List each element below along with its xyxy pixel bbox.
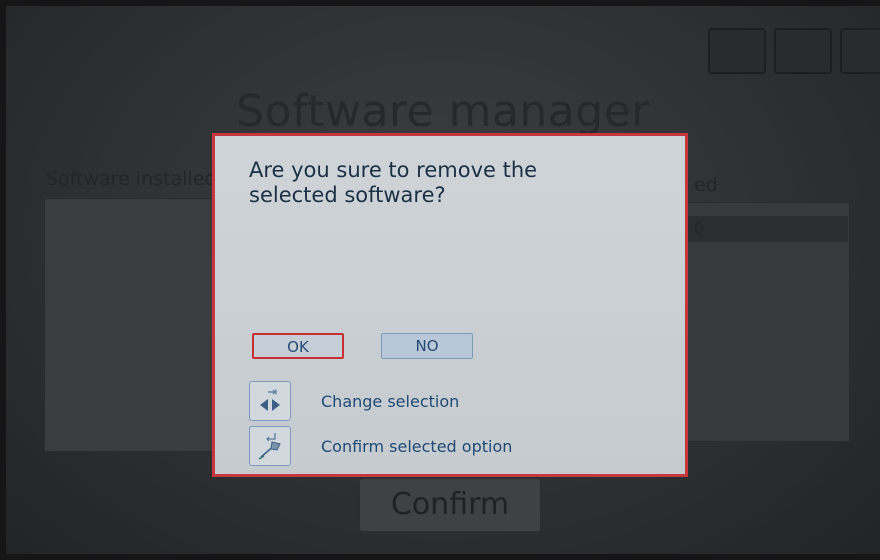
page-title: Software manager <box>236 86 650 137</box>
toolbar-button-1[interactable] <box>708 28 766 74</box>
confirm-button[interactable]: Confirm <box>359 478 541 532</box>
installed-software-list[interactable] <box>44 198 226 452</box>
hint-change-selection: Change selection <box>249 381 459 421</box>
right-panel-label: ed <box>694 174 718 196</box>
top-toolbar <box>708 28 880 74</box>
confirm-remove-dialog: Are you sure to remove the selected soft… <box>212 133 688 477</box>
enter-pen-icon <box>249 426 291 466</box>
installed-software-label: Software installed <box>46 168 217 190</box>
dialog-message: Are you sure to remove the selected soft… <box>249 158 538 207</box>
hint-label-confirm-option: Confirm selected option <box>321 436 513 456</box>
no-button[interactable]: NO <box>381 333 473 359</box>
toolbar-button-2[interactable] <box>774 28 832 74</box>
right-list-row[interactable]: 0 <box>686 216 848 242</box>
tab-arrows-icon <box>249 381 291 421</box>
screen: Software manager Software installed ed 0… <box>6 6 880 554</box>
toolbar-button-3[interactable] <box>840 28 880 74</box>
hint-label-change-selection: Change selection <box>321 391 460 411</box>
ok-button[interactable]: OK <box>252 333 344 359</box>
hint-confirm-option: Confirm selected option <box>249 426 512 466</box>
